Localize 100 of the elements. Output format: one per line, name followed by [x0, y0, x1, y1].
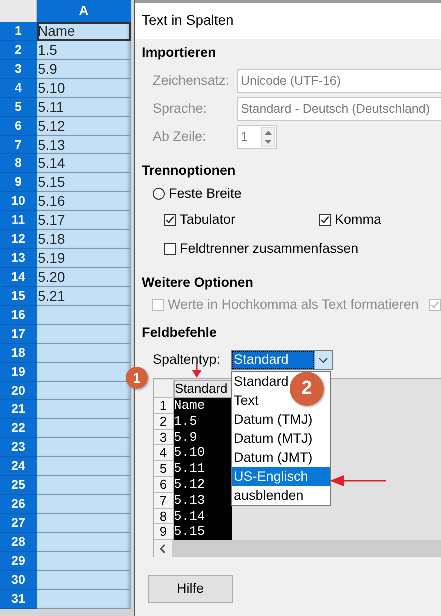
checkbox[interactable] [164, 243, 176, 255]
table-cell[interactable] [37, 495, 131, 514]
table-cell[interactable]: 5.11 [37, 98, 131, 117]
table-cell[interactable]: 5.13 [37, 136, 131, 154]
row-header[interactable]: 20 [0, 382, 37, 400]
row-header[interactable]: 30 [0, 570, 37, 590]
table-cell[interactable]: 5.14 [37, 154, 131, 174]
table-cell[interactable]: 5.10 [37, 78, 131, 98]
field-label: Ab Zeile: [153, 128, 208, 146]
option-label: Tabulator [180, 210, 236, 229]
row-header[interactable]: 2 [0, 40, 37, 60]
table-cell[interactable] [37, 306, 131, 325]
row-number: 3 [154, 430, 174, 446]
table-cell[interactable]: 5.15 [37, 173, 131, 192]
table-cell[interactable] [37, 552, 131, 571]
dropdown-option[interactable]: Standard [232, 372, 289, 391]
table-cell[interactable]: 5.17 [37, 211, 131, 230]
table-cell[interactable] [37, 532, 131, 552]
option-label: Feldtrenner zusammenfassen [180, 240, 359, 258]
table-cell[interactable] [37, 514, 131, 533]
row-header[interactable]: 24 [0, 457, 37, 476]
row-header[interactable]: 12 [0, 230, 37, 250]
table-cell[interactable] [37, 438, 131, 458]
table-cell[interactable]: 5.12 [37, 116, 131, 136]
table-cell[interactable] [37, 362, 131, 382]
dropdown-option[interactable]: Datum (MTJ) [232, 429, 313, 448]
column-header[interactable]: A [37, 0, 131, 22]
row-header[interactable]: 13 [0, 249, 37, 268]
help-button[interactable]: Hilfe [148, 575, 233, 603]
corner-header[interactable] [0, 0, 37, 22]
table-cell[interactable]: 1.5 [37, 40, 131, 60]
row-header[interactable]: 14 [0, 268, 37, 287]
table-cell[interactable] [37, 344, 131, 363]
row-header[interactable]: 17 [0, 324, 37, 344]
row-header[interactable]: 7 [0, 136, 37, 154]
dropdown-option[interactable]: ausblenden [232, 486, 304, 505]
preview-cell: Name [174, 398, 232, 414]
table-cell[interactable] [37, 400, 131, 420]
radio-button[interactable] [153, 188, 165, 200]
table-cell[interactable] [37, 570, 131, 590]
table-cell[interactable]: 5.20 [37, 268, 131, 287]
row-header[interactable]: 4 [0, 78, 37, 98]
table-cell[interactable]: 5.16 [37, 192, 131, 212]
row-header[interactable]: 3 [0, 60, 37, 79]
row-header[interactable]: 6 [0, 116, 37, 136]
row-header[interactable]: 22 [0, 419, 37, 438]
checkbox[interactable] [164, 214, 176, 226]
row-header[interactable]: 27 [0, 514, 37, 533]
row-header[interactable]: 5 [0, 98, 37, 117]
row-header[interactable]: 10 [0, 192, 37, 212]
row-number: 5 [154, 461, 174, 477]
row-number: 9 [154, 524, 174, 540]
row-header[interactable]: 29 [0, 552, 37, 571]
window-title: Text in Spalten [135, 3, 441, 39]
preview-cell: 5.9 [174, 430, 232, 446]
dropdown-field[interactable]: Standard [231, 350, 333, 370]
row-header[interactable]: 21 [0, 400, 37, 420]
table-cell[interactable] [37, 324, 131, 344]
table-cell[interactable]: 5.9 [37, 60, 131, 79]
field-label: Sprache: [153, 100, 208, 118]
dropdown-option[interactable]: Text [232, 391, 259, 410]
preview-cell: 1.5 [174, 414, 232, 430]
row-header[interactable]: 23 [0, 438, 37, 458]
row-header[interactable]: 9 [0, 173, 37, 192]
field-value: 1 [241, 129, 248, 146]
table-cell[interactable] [37, 382, 131, 400]
dropdown-option[interactable]: US-Englisch [232, 467, 330, 486]
table-cell[interactable] [37, 590, 131, 609]
row-header[interactable]: 8 [0, 154, 37, 174]
option-label: Werte in Hochkomma als Text formatieren [168, 296, 419, 314]
table-cell[interactable] [37, 476, 131, 496]
checkbox[interactable] [319, 214, 331, 226]
table-cell[interactable]: Name [37, 22, 131, 41]
row-header[interactable]: 15 [0, 286, 37, 306]
field-label: Spaltentyp: [153, 350, 222, 369]
dropdown-option[interactable]: Datum (TMJ) [232, 410, 313, 429]
row-number: 6 [154, 476, 174, 493]
column-header[interactable]: Standard [174, 380, 232, 398]
preview-cell: 5.13 [174, 492, 232, 509]
table-cell[interactable] [37, 419, 131, 438]
table-cell[interactable]: 5.19 [37, 249, 131, 268]
row-header[interactable]: 19 [0, 362, 37, 382]
table-cell[interactable]: 5.21 [37, 286, 131, 306]
row-header[interactable]: 11 [0, 211, 37, 230]
table-cell[interactable] [37, 457, 131, 476]
chevron-down-icon[interactable] [319, 358, 328, 362]
corner-header[interactable] [154, 380, 174, 398]
row-header[interactable]: 25 [0, 476, 37, 496]
row-header[interactable]: 16 [0, 306, 37, 325]
dropdown-option[interactable]: Datum (JMT) [232, 448, 313, 467]
row-header[interactable]: 1 [0, 22, 37, 41]
row-header[interactable]: 31 [0, 590, 37, 609]
row-header[interactable]: 26 [0, 495, 37, 514]
section-heading: Weitere Optionen [141, 274, 255, 292]
row-header[interactable]: 28 [0, 532, 37, 552]
row-header[interactable]: 18 [0, 344, 37, 363]
table-cell[interactable]: 5.18 [37, 230, 131, 250]
preview-cell: 5.14 [174, 508, 232, 524]
section-heading: Feldbefehle [141, 324, 218, 342]
scroll-left-icon[interactable] [160, 544, 166, 554]
